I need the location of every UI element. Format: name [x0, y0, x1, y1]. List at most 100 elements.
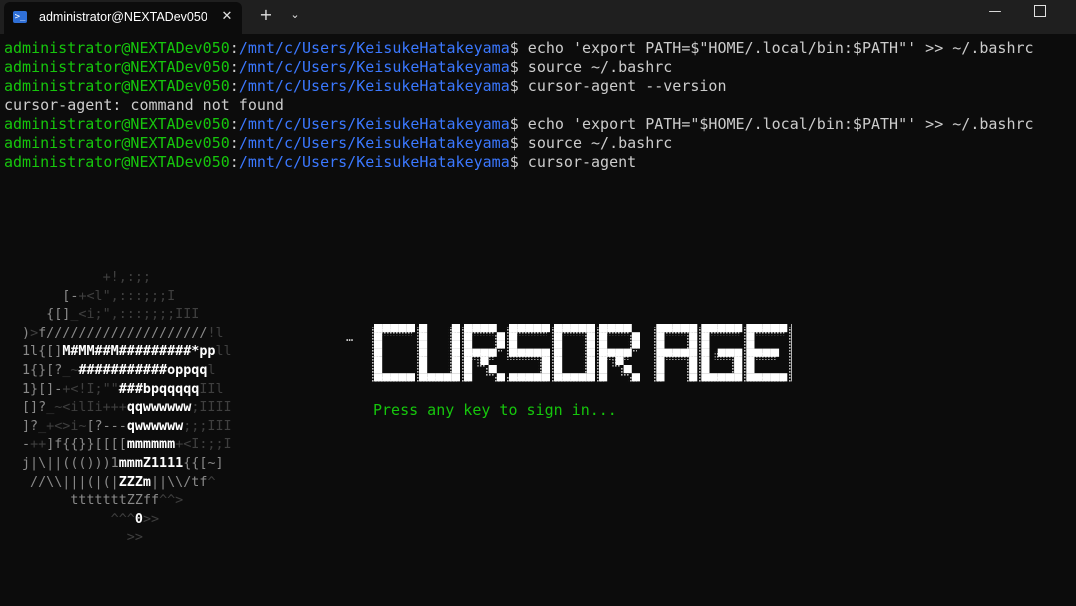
logo-pixel [672, 324, 681, 333]
command-text: $ cursor-agent [509, 153, 637, 171]
ascii-art-segment: qqwwwwww [126, 400, 192, 416]
logo-pixel [754, 348, 763, 357]
ascii-art-line: )>f////////////////////!l [22, 325, 232, 344]
terminal-tab[interactable]: >_ administrator@NEXTADev050: ~ ✕ [4, 2, 242, 34]
minimize-button[interactable]: — [982, 2, 1008, 22]
prompt-user: administrator@NEXTADev050 [4, 115, 230, 133]
logo-pixel [725, 373, 735, 382]
logo-pixel [664, 348, 673, 357]
terminal-output[interactable]: administrator@NEXTADev050:/mnt/c/Users/K… [4, 39, 1072, 172]
logo-pixel [517, 373, 526, 382]
logo-pixel [656, 340, 665, 349]
logo-pixel [623, 324, 632, 333]
logo-pixel [701, 365, 710, 374]
logo-pixel [631, 332, 640, 341]
ascii-art-segment: f//////////////////// [38, 325, 208, 341]
ascii-art-line: {[]_<i;",:::;;;;III [22, 306, 232, 325]
logo-pixel [734, 356, 743, 365]
logo-pixel [554, 356, 563, 365]
ascii-art-segment: +!,:;; [22, 270, 151, 285]
logo-letter [506, 324, 550, 382]
logo-pixel [779, 373, 788, 382]
ascii-art-segment: tttttttZZ [22, 493, 143, 509]
ascii-art-segment: 0 [134, 511, 143, 527]
cursor-agent-logo [372, 324, 792, 382]
command-text: $ source ~/.bashrc [509, 58, 673, 76]
terminal-line: administrator@NEXTADev050:/mnt/c/Users/K… [4, 77, 1072, 96]
maximize-button[interactable] [1034, 5, 1046, 17]
logo-pixel [541, 356, 550, 365]
logo-pixel [656, 365, 665, 374]
logo-letter [698, 324, 743, 382]
logo-pixel [701, 340, 710, 349]
logo-pixel [599, 373, 608, 382]
logo-pixel [382, 373, 391, 382]
logo-pixel [578, 324, 587, 333]
prompt-separator: : [229, 153, 239, 171]
prompt-path: /mnt/c/Users/KeisukeHatakeyama [238, 134, 510, 152]
logo-pixel [746, 373, 755, 382]
logo-pixel [746, 332, 755, 341]
ascii-art-segment: >> [22, 530, 143, 546]
logo-pixel [607, 348, 616, 357]
ascii-art-segment: ]? [22, 418, 39, 434]
logo-pixel [525, 348, 534, 357]
ascii-art-segment: +<!I;"" [62, 381, 119, 397]
logo-pixel [734, 348, 743, 357]
logo-pixel [631, 340, 640, 349]
logo-pixel [734, 373, 743, 382]
logo-pixel [615, 356, 624, 365]
logo-pixel [717, 324, 726, 333]
logo-pixel [717, 373, 726, 382]
ascii-art-segment: +<l",:::;;;I [78, 288, 176, 304]
logo-letter [372, 324, 415, 382]
logo-pixel [680, 348, 690, 357]
tab-dropdown-button[interactable]: ⌄ [286, 5, 304, 25]
logo-pixel [451, 373, 460, 382]
logo-pixel [689, 340, 698, 349]
ascii-art-line: [-+<l",:::;;;I [22, 288, 232, 307]
ascii-art-line: []?_~<ilIi+++qqwwwwww;IIII [22, 399, 232, 418]
prompt-path: /mnt/c/Users/KeisukeHatakeyama [238, 39, 510, 57]
ascii-art-segment: mmmZ1111 [118, 455, 184, 471]
ellipsis-indicator: … [346, 330, 354, 344]
logo-pixel [390, 373, 399, 382]
ascii-art-segment: [?--- [86, 418, 127, 434]
logo-pixel [770, 348, 780, 357]
prompt-path: /mnt/c/Users/KeisukeHatakeyama [238, 58, 510, 76]
terminal-line: administrator@NEXTADev050:/mnt/c/Users/K… [4, 153, 1072, 172]
logo-pixel [656, 324, 665, 333]
logo-pixel [419, 373, 428, 382]
logo-pixel [509, 348, 518, 357]
ascii-art-segment: ^^> [159, 493, 184, 509]
logo-pixel [599, 348, 608, 357]
close-tab-icon[interactable]: ✕ [219, 8, 235, 26]
logo-pixel [725, 324, 735, 333]
sign-in-prompt: Press any key to sign in... [373, 401, 617, 419]
logo-pixel [599, 340, 608, 349]
ascii-art-segment: 1}[]- [22, 381, 63, 397]
logo-pixel [631, 373, 640, 382]
logo-pixel [554, 365, 563, 374]
logo-pixel [746, 340, 755, 349]
logo-pixel [398, 373, 407, 382]
command-text: $ echo 'export PATH=$"HOME/.local/bin:$P… [509, 39, 1034, 57]
logo-pixel [717, 348, 726, 357]
new-tab-button[interactable]: + [256, 5, 276, 25]
logo-pixel [525, 373, 534, 382]
logo-pixel [664, 324, 673, 333]
terminal-line: cursor-agent: command not found [4, 96, 1072, 115]
logo-pixel [541, 373, 550, 382]
logo-pixel [599, 365, 608, 374]
logo-pixel [615, 324, 624, 333]
logo-pixel [472, 324, 481, 333]
logo-pixel [488, 324, 497, 333]
logo-pixel [451, 332, 460, 341]
logo-pixel [599, 324, 608, 333]
logo-pixel [599, 332, 608, 341]
logo-pixel [472, 348, 481, 357]
logo-pixel [689, 348, 698, 357]
logo-pixel [509, 373, 518, 382]
logo-pixel [762, 373, 771, 382]
logo-pixel [701, 324, 710, 333]
